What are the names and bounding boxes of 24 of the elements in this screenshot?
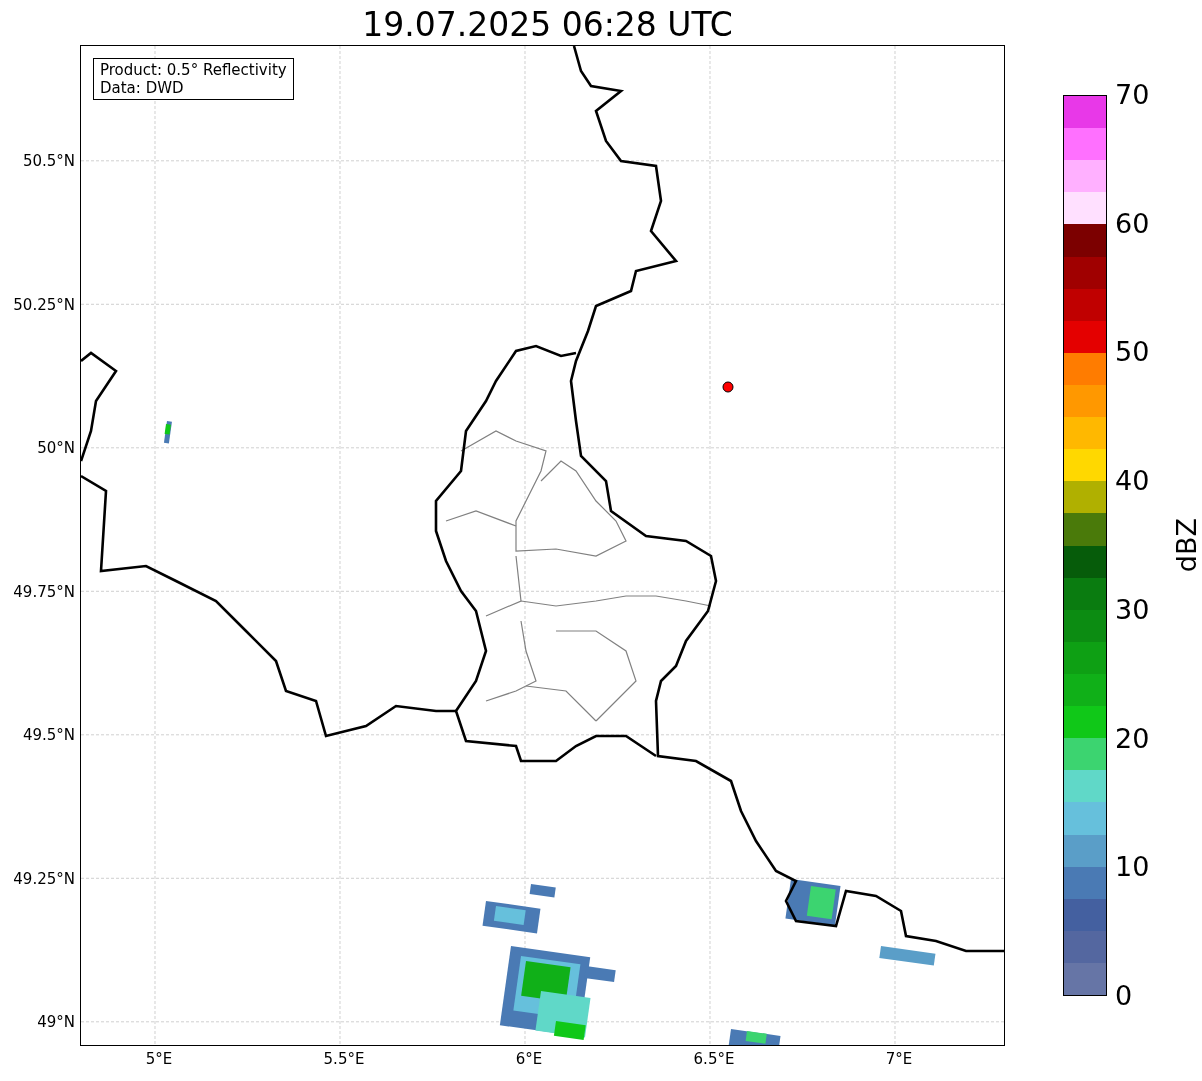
latitude-label: 50.25°N — [13, 294, 75, 315]
scale-label: 20 — [1115, 723, 1151, 754]
scale-label: 40 — [1115, 466, 1151, 497]
longitude-label: 5°E — [144, 1049, 174, 1069]
longitude-label: 6°E — [514, 1049, 544, 1069]
longitude-label: 5.5°E — [322, 1049, 366, 1069]
scale-label: 70 — [1115, 80, 1151, 110]
longitude-label: 7°E — [884, 1049, 914, 1069]
scale-label: 10 — [1115, 852, 1151, 883]
info-text: Data: DWD — [100, 79, 185, 97]
info-text: Product: 0.5° Reflectivity — [100, 61, 287, 79]
latitude-label: 50.5°N — [22, 151, 75, 171]
latitude-label: 49.5°N — [22, 725, 75, 745]
chart-title: 19.07.2025 06:28 UTC — [362, 5, 733, 45]
latitude-label: 49°N — [37, 1012, 75, 1032]
longitude-label: 6.5°E — [692, 1049, 736, 1069]
scale-label: 50 — [1115, 337, 1151, 368]
scale-label: 60 — [1115, 208, 1151, 239]
scale-label: 0 — [1115, 980, 1134, 1011]
latitude-label: 49.75°N — [13, 581, 75, 602]
latitude-label: 49.25°N — [13, 868, 75, 889]
scale-title: dBZ — [1171, 518, 1202, 573]
scale-label: 30 — [1115, 594, 1151, 625]
latitude-label: 50°N — [37, 438, 75, 458]
